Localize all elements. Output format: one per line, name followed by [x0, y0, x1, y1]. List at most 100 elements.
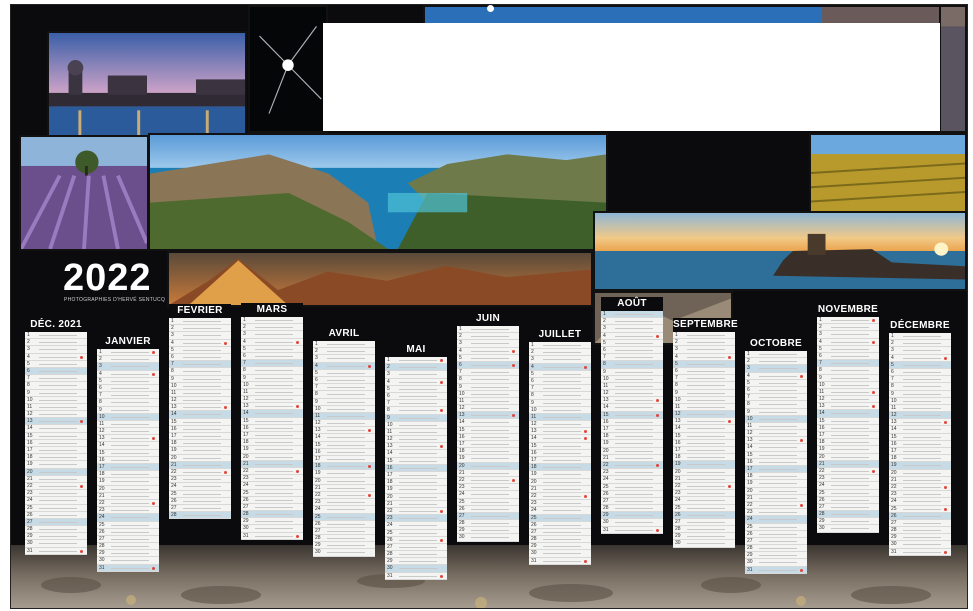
day-number: 26: [387, 536, 393, 543]
saint-name-line: [39, 507, 77, 509]
day-number: 25: [171, 490, 177, 497]
day-number: 11: [315, 412, 321, 419]
saint-name-line: [759, 548, 797, 550]
day-row: 4: [385, 379, 447, 386]
day-row: 31: [241, 533, 303, 540]
saint-name-line: [39, 399, 77, 401]
saint-name-line: [111, 352, 149, 353]
day-number: 9: [603, 368, 606, 375]
saint-name-line: [327, 444, 365, 446]
day-number: 6: [387, 392, 390, 399]
day-number: 29: [243, 518, 249, 525]
day-number: 4: [387, 378, 390, 385]
saint-name-line: [183, 515, 221, 517]
day-number: 8: [315, 391, 318, 398]
sky-strip-photo: [423, 5, 967, 25]
day-number: 11: [387, 428, 393, 435]
month-days: 1 2 3 4 5 6 7 8 9 10 11 12 13 14 15 16 17 18 19 20 21 22 23 24 2…: [385, 357, 447, 580]
saint-name-line: [687, 356, 725, 358]
day-row: 6: [889, 369, 951, 377]
day-row: 19: [745, 480, 807, 488]
day-row: 20: [745, 488, 807, 495]
day-number: 10: [459, 390, 465, 397]
day-row: 20: [385, 494, 447, 501]
day-row: 25: [457, 499, 519, 506]
day-row: 17: [889, 448, 951, 456]
day-row: 11: [25, 404, 87, 412]
holiday-dot: [152, 501, 155, 505]
day-number: 24: [27, 497, 33, 504]
day-number: 29: [387, 558, 393, 565]
day-number: 8: [27, 382, 30, 389]
day-number: 25: [891, 505, 897, 512]
day-number: 23: [747, 509, 753, 516]
saint-name-line: [759, 440, 797, 442]
day-number: 4: [27, 353, 30, 360]
saint-name-line: [399, 482, 437, 484]
day-number: 4: [891, 354, 894, 361]
day-number: 16: [315, 448, 321, 455]
day-number: 27: [891, 519, 897, 526]
day-number: 21: [387, 500, 393, 507]
saint-name-line: [183, 464, 221, 466]
saint-name-line: [111, 438, 149, 440]
saint-name-line: [759, 454, 797, 456]
day-row: 22: [457, 477, 519, 485]
saint-name-line: [831, 370, 869, 372]
saint-name-line: [831, 470, 869, 472]
day-row: 11: [817, 389, 879, 397]
day-number: 2: [675, 339, 678, 346]
saint-name-line: [759, 389, 797, 391]
day-row: 18: [97, 471, 159, 479]
saint-name-line: [759, 555, 797, 557]
day-row: 21: [889, 477, 951, 484]
day-row: 21: [385, 501, 447, 508]
day-row: 30: [745, 559, 807, 567]
day-number: 30: [27, 540, 33, 547]
day-number: 21: [171, 461, 177, 468]
saint-name-line: [471, 436, 509, 438]
day-number: 28: [171, 512, 177, 519]
day-row: 7: [817, 360, 879, 368]
day-number: 15: [315, 441, 321, 448]
day-row: 31: [385, 573, 447, 580]
month-column: JUIN 1 2 3 4 5 6 7 8 9 10 11 12 13 14 15 16 17 18 19 20 21 22 2…: [457, 312, 519, 542]
day-number: 13: [675, 418, 681, 425]
month-column: OCTOBRE 1 2 3 4 5 6 7 8 9 10 11 12 13 14 15 16 17 18 19 20 21…: [745, 337, 807, 574]
day-number: 31: [531, 557, 537, 564]
saint-name-line: [111, 423, 149, 425]
day-row: 2: [25, 339, 87, 347]
day-number: 29: [315, 542, 321, 549]
day-number: 28: [603, 505, 609, 512]
day-row: 13: [817, 403, 879, 411]
day-number: 20: [747, 487, 753, 494]
day-row: 30: [97, 557, 159, 565]
day-number: 1: [819, 317, 822, 323]
saint-name-line: [903, 436, 941, 438]
saint-name-line: [327, 401, 365, 403]
day-row: 22: [97, 500, 159, 508]
saint-name-line: [183, 500, 221, 502]
day-row: 28: [745, 545, 807, 553]
day-number: 7: [747, 394, 750, 401]
day-number: 17: [675, 447, 681, 453]
saint-name-line: [831, 420, 869, 422]
saint-name-line: [831, 521, 869, 523]
saint-name-line: [183, 356, 221, 358]
saint-name-line: [327, 516, 365, 518]
day-number: 18: [675, 454, 681, 461]
saint-name-line: [39, 450, 77, 451]
day-row: 29: [889, 534, 951, 542]
day-row: 10: [313, 406, 375, 413]
saint-name-line: [255, 363, 293, 365]
saint-name-line: [471, 364, 509, 366]
day-number: 9: [315, 398, 318, 405]
day-number: 9: [531, 399, 534, 406]
day-row: 24: [889, 498, 951, 506]
saint-name-line: [39, 471, 77, 473]
saint-name-line: [39, 529, 77, 531]
saint-name-line: [759, 504, 797, 506]
day-row: 11: [745, 422, 807, 431]
saint-name-line: [831, 334, 869, 336]
day-number: 11: [747, 422, 753, 429]
